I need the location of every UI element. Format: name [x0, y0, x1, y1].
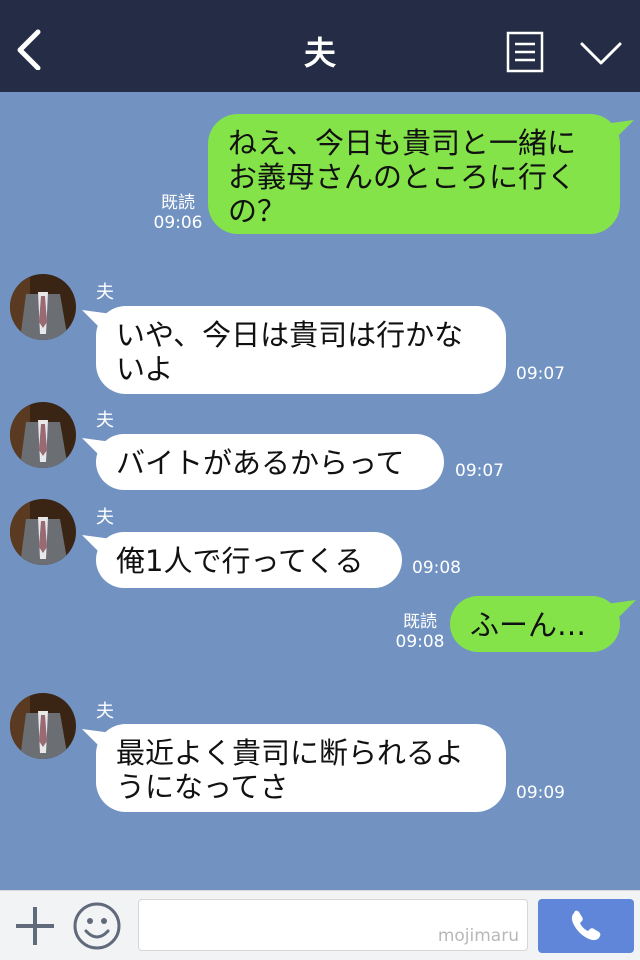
avatar-image	[10, 693, 76, 759]
avatar[interactable]	[10, 274, 76, 340]
bubble-tail	[604, 120, 634, 142]
message-input-bar: mojimaru	[0, 890, 640, 960]
sender-name: 夫	[96, 282, 114, 303]
call-button[interactable]	[538, 899, 634, 953]
sender-name: 夫	[96, 410, 114, 431]
sender-name: 夫	[96, 701, 114, 722]
chevron-left-icon	[17, 29, 41, 71]
watermark: mojimaru	[437, 926, 519, 946]
avatar-image	[10, 274, 76, 340]
avatar[interactable]	[10, 402, 76, 468]
message-bubble-outgoing[interactable]: ふーん…	[450, 596, 620, 652]
collapse-button[interactable]	[578, 36, 624, 70]
smiley-icon	[73, 902, 121, 950]
avatar[interactable]	[10, 693, 76, 759]
avatar-image	[10, 499, 76, 565]
phone-icon	[571, 910, 601, 941]
back-button[interactable]	[12, 26, 52, 71]
message-bubble-outgoing[interactable]: ねえ、今日も貴司と一緒に お義母さんのところに行く の？	[208, 114, 620, 234]
message-input[interactable]: mojimaru	[138, 899, 528, 951]
plus-icon	[16, 907, 54, 945]
emoji-button[interactable]	[72, 901, 122, 951]
document-list-icon	[506, 31, 544, 73]
chevron-down-icon	[580, 42, 622, 65]
bubble-tail	[606, 600, 636, 622]
chat-header: 夫	[0, 0, 640, 92]
message-time: 09:07	[455, 461, 504, 481]
message-bubble-incoming[interactable]: 俺1人で行ってくる	[96, 532, 402, 588]
message-time: 09:07	[516, 364, 565, 384]
avatar-image	[10, 402, 76, 468]
chat-area[interactable]: 既読 09:06 ねえ、今日も貴司と一緒に お義母さんのところに行く の？ 夫 …	[0, 92, 640, 890]
read-receipt: 既読 09:08	[395, 612, 445, 652]
message-time: 09:08	[412, 558, 461, 578]
message-bubble-incoming[interactable]: 最近よく貴司に断られるよ うになってさ	[96, 724, 506, 812]
message-bubble-incoming[interactable]: バイトがあるからって	[96, 434, 444, 490]
add-button[interactable]	[12, 903, 58, 949]
chat-title: 夫	[303, 34, 336, 72]
notes-button[interactable]	[506, 31, 544, 73]
message-time: 09:09	[516, 783, 565, 803]
sender-name: 夫	[96, 507, 114, 528]
message-bubble-incoming[interactable]: いや、今日は貴司は行かな いよ	[96, 306, 506, 394]
avatar[interactable]	[10, 499, 76, 565]
read-receipt: 既読 09:06	[153, 193, 203, 233]
